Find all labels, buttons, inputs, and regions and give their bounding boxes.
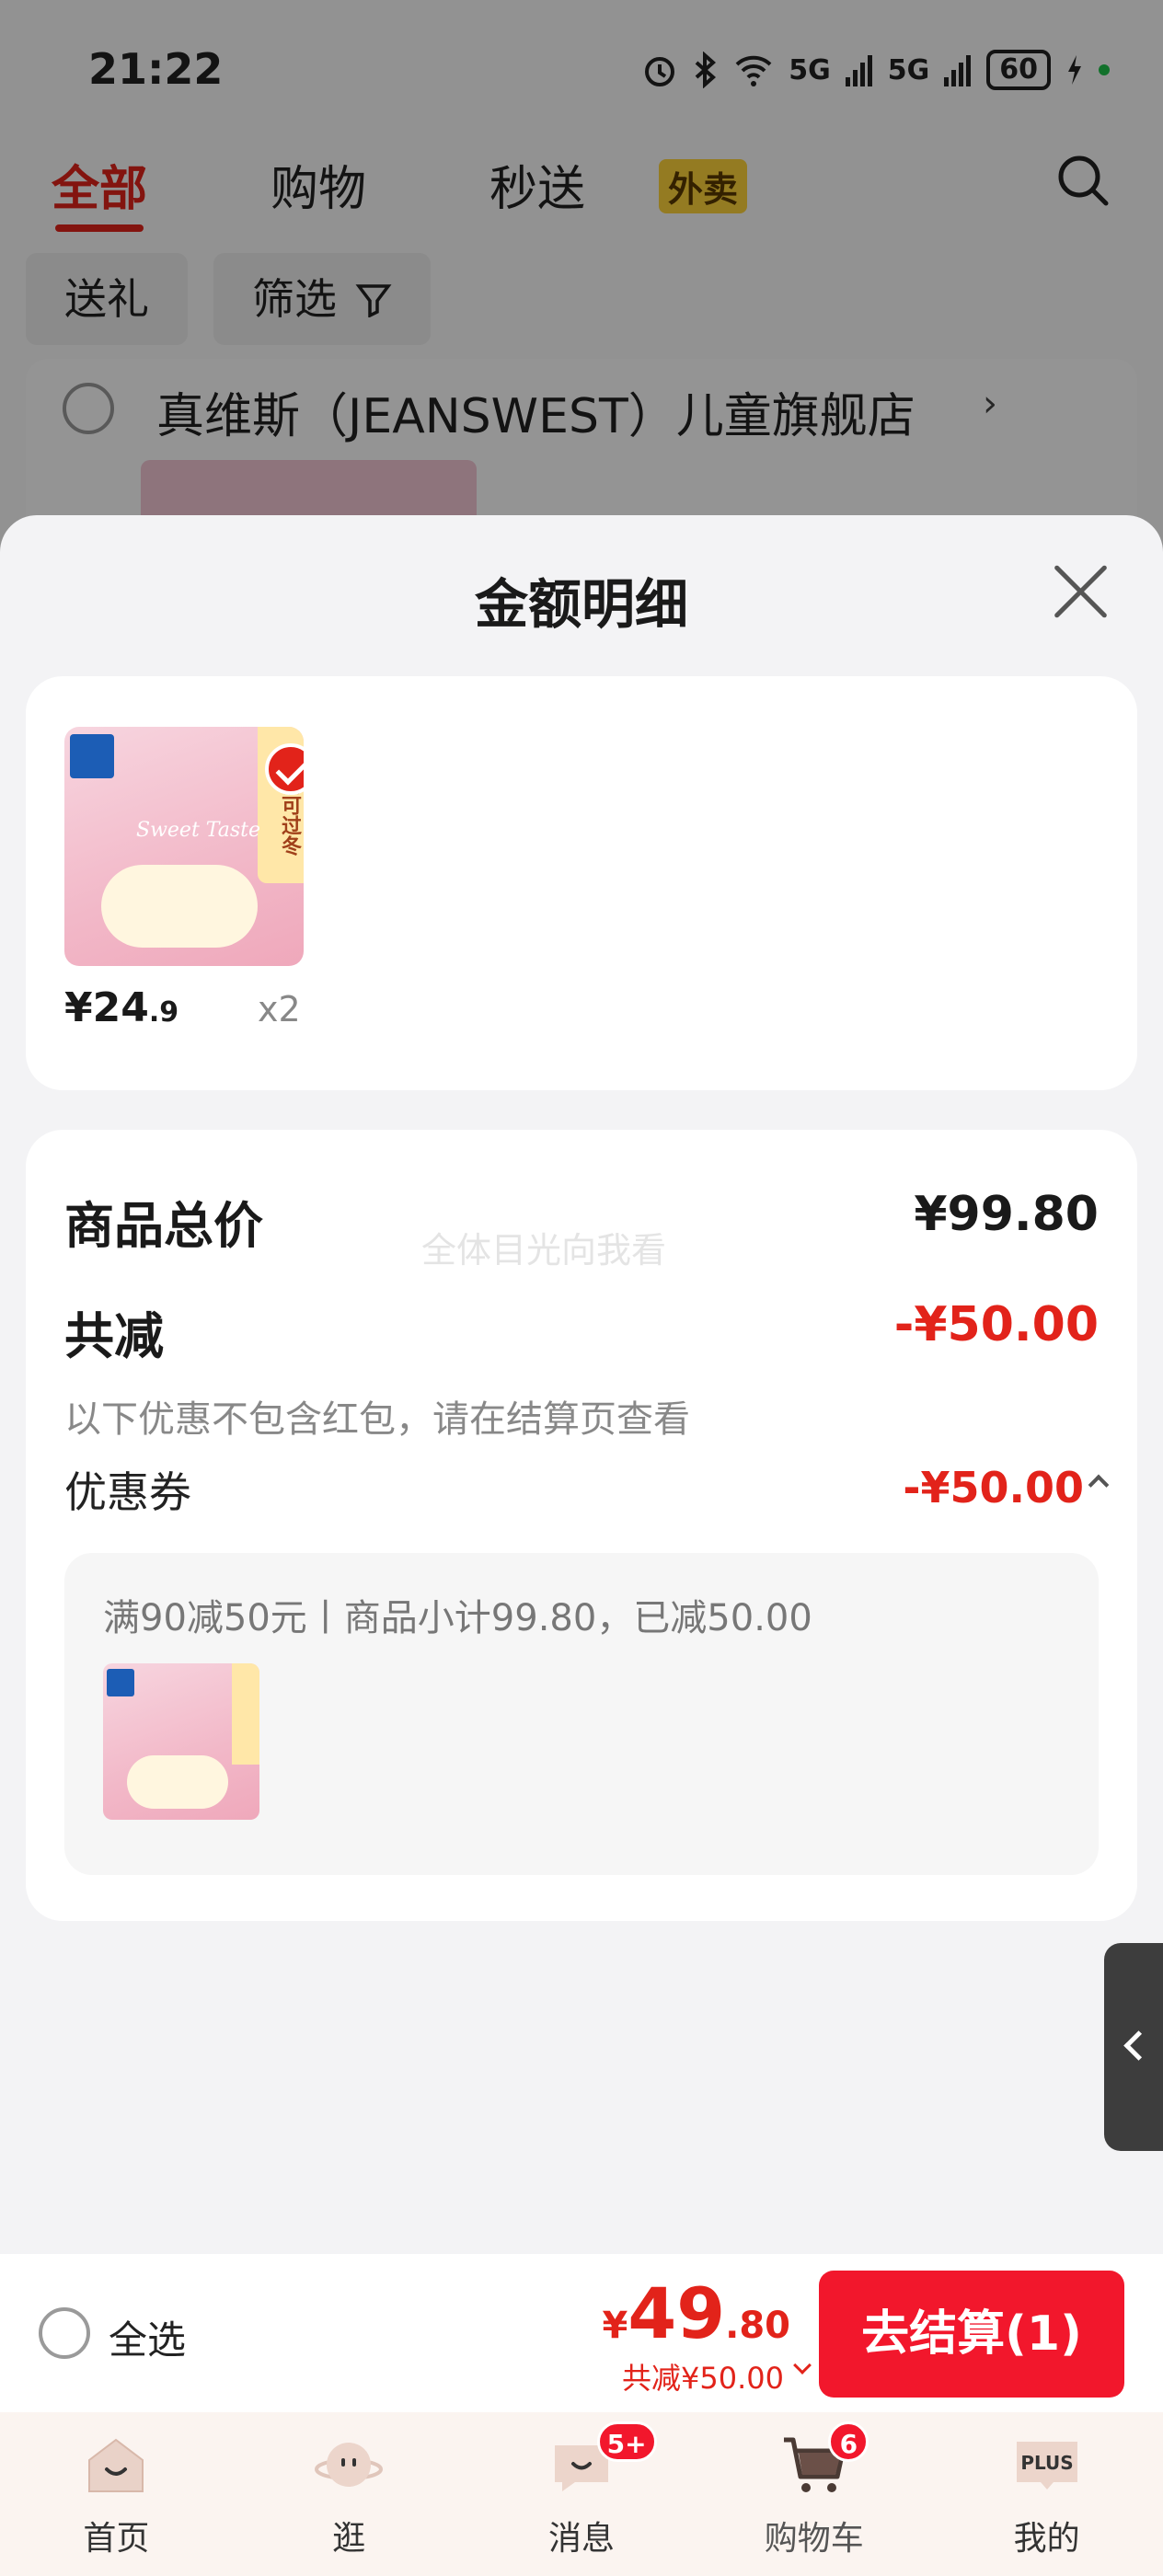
total-dec: .80 [725,2305,790,2347]
tab-messages-label: 消息 [547,2520,615,2558]
side-drawer-handle[interactable] [1104,1943,1163,2151]
discount-note: 以下优惠不包含红包，请在结算页查看 [64,1398,690,1441]
messages-badge: 5+ [596,2421,657,2462]
watermark-text: 全体目光向我看 [421,1230,667,1271]
plus-icon-text: PLUS [1020,2452,1073,2474]
coupon-image-fur [127,1755,228,1809]
chevron-down-icon[interactable] [793,2356,812,2375]
coupon-label: 优惠券 [64,1467,191,1517]
product-image-fur [101,865,258,948]
coupon-detail: 满90减50元丨商品小计99.80，已减50.00 [64,1553,1099,1875]
product-image-script: Sweet Taste [136,819,261,842]
product-price-int: ¥24 [64,984,149,1031]
total-price-value: ¥99.80 [914,1187,1099,1242]
total-int: 49 [628,2272,726,2354]
browse-icon [315,2443,384,2487]
product-price-dec: .9 [148,996,179,1029]
select-all-checkbox[interactable] [39,2307,90,2359]
product-quantity: x2 [258,989,301,1029]
tab-browse-label: 逛 [332,2520,366,2558]
product-price: ¥24.9 [64,984,178,1031]
brand-logo [70,734,114,778]
total-amount: ¥49.80 [603,2272,790,2354]
coupon-value[interactable]: -¥50.00 [903,1463,1084,1512]
close-icon[interactable] [1051,561,1111,622]
tab-cart[interactable]: 6 购物车 [697,2412,930,2576]
coupon-description: 满90减50元丨商品小计99.80，已减50.00 [103,1597,812,1639]
total-currency: ¥ [602,2305,628,2347]
plus-member-icon: PLUS [1016,2442,1077,2490]
tab-messages[interactable]: 5+ 消息 [466,2412,698,2576]
product-card: 一条可过冬 Sweet Taste ¥24.9 x2 [26,676,1137,1090]
tab-home-label: 首页 [83,2520,150,2558]
coupon-brand-logo [107,1669,134,1696]
home-icon [88,2438,144,2492]
coupon-image-tag [232,1663,259,1765]
bottom-tab-bar: 首页 逛 5+ 消息 6 购物车 PLUS 我的 [0,2412,1163,2576]
sheet-title: 金额明细 [474,573,688,636]
saved-amount[interactable]: 共减¥50.00 [622,2355,784,2398]
tab-home[interactable]: 首页 [0,2412,233,2576]
product-image[interactable]: 一条可过冬 Sweet Taste [64,727,304,966]
coupon-product-image [103,1663,259,1820]
price-summary-card: 全体目光向我看 商品总价 ¥99.80 共减 -¥50.00 以下优惠不包含红包… [26,1130,1137,1921]
discount-value: -¥50.00 [893,1297,1099,1352]
checkout-bar: 全选 ¥49.80 共减¥50.00 去结算(1) [0,2254,1163,2412]
tab-mine[interactable]: PLUS 我的 [930,2412,1163,2576]
checkout-button[interactable]: 去结算(1) [819,2271,1124,2398]
select-all-label[interactable]: 全选 [109,2309,186,2365]
total-price-label: 商品总价 [64,1197,263,1255]
tab-mine-label: 我的 [1013,2520,1080,2558]
discount-label: 共减 [64,1307,164,1365]
tab-cart-label: 购物车 [764,2520,864,2558]
tab-browse[interactable]: 逛 [233,2412,466,2576]
cart-badge: 6 [828,2421,869,2462]
chevron-up-icon[interactable] [1088,1474,1110,1496]
